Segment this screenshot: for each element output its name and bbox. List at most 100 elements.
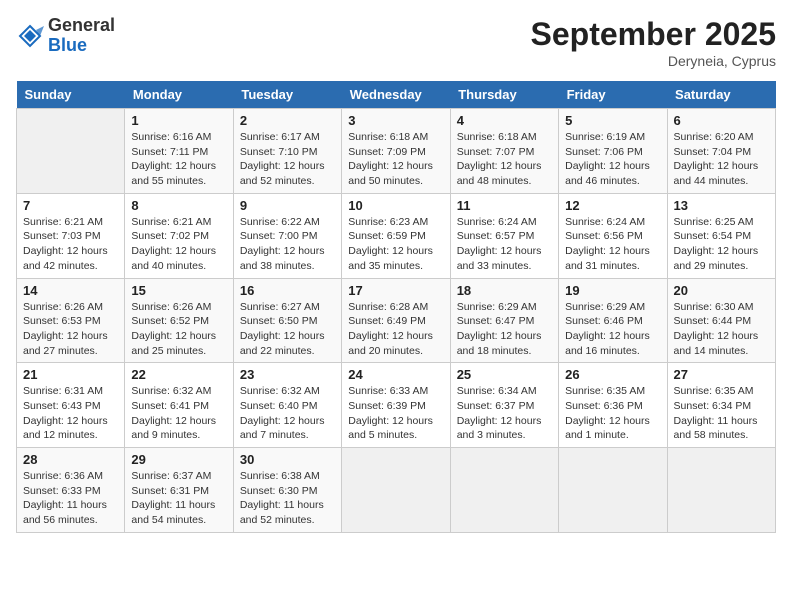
title-area: September 2025 Deryneia, Cyprus	[531, 16, 776, 69]
day-number: 15	[131, 283, 226, 298]
day-info: Sunrise: 6:33 AM Sunset: 6:39 PM Dayligh…	[348, 384, 443, 443]
day-info: Sunrise: 6:37 AM Sunset: 6:31 PM Dayligh…	[131, 469, 226, 528]
calendar-cell: 28 Sunrise: 6:36 AM Sunset: 6:33 PM Dayli…	[17, 448, 125, 533]
calendar-cell: 6 Sunrise: 6:20 AM Sunset: 7:04 PM Daylig…	[667, 109, 775, 194]
day-header-sunday: Sunday	[17, 81, 125, 109]
day-number: 2	[240, 113, 335, 128]
day-info: Sunrise: 6:27 AM Sunset: 6:50 PM Dayligh…	[240, 300, 335, 359]
day-info: Sunrise: 6:30 AM Sunset: 6:44 PM Dayligh…	[674, 300, 769, 359]
logo-general: General	[48, 16, 115, 36]
calendar-cell: 20 Sunrise: 6:30 AM Sunset: 6:44 PM Dayli…	[667, 278, 775, 363]
calendar-cell: 5 Sunrise: 6:19 AM Sunset: 7:06 PM Daylig…	[559, 109, 667, 194]
day-number: 8	[131, 198, 226, 213]
day-number: 3	[348, 113, 443, 128]
day-info: Sunrise: 6:24 AM Sunset: 6:56 PM Dayligh…	[565, 215, 660, 274]
day-header-thursday: Thursday	[450, 81, 558, 109]
calendar-cell: 1 Sunrise: 6:16 AM Sunset: 7:11 PM Daylig…	[125, 109, 233, 194]
day-info: Sunrise: 6:26 AM Sunset: 6:53 PM Dayligh…	[23, 300, 118, 359]
day-number: 4	[457, 113, 552, 128]
day-number: 21	[23, 367, 118, 382]
day-info: Sunrise: 6:19 AM Sunset: 7:06 PM Dayligh…	[565, 130, 660, 189]
day-info: Sunrise: 6:24 AM Sunset: 6:57 PM Dayligh…	[457, 215, 552, 274]
calendar-cell: 27 Sunrise: 6:35 AM Sunset: 6:34 PM Dayli…	[667, 363, 775, 448]
day-info: Sunrise: 6:21 AM Sunset: 7:02 PM Dayligh…	[131, 215, 226, 274]
calendar-cell: 7 Sunrise: 6:21 AM Sunset: 7:03 PM Daylig…	[17, 193, 125, 278]
week-row-3: 14Sunrise: 6:26 AM Sunset: 6:53 PM Dayli…	[17, 278, 776, 363]
calendar-table: SundayMondayTuesdayWednesdayThursdayFrid…	[16, 81, 776, 533]
day-info: Sunrise: 6:35 AM Sunset: 6:36 PM Dayligh…	[565, 384, 660, 443]
calendar-cell	[559, 448, 667, 533]
calendar-cell: 4 Sunrise: 6:18 AM Sunset: 7:07 PM Daylig…	[450, 109, 558, 194]
day-info: Sunrise: 6:32 AM Sunset: 6:40 PM Dayligh…	[240, 384, 335, 443]
day-header-saturday: Saturday	[667, 81, 775, 109]
day-info: Sunrise: 6:22 AM Sunset: 7:00 PM Dayligh…	[240, 215, 335, 274]
logo-icon	[16, 22, 44, 50]
day-number: 28	[23, 452, 118, 467]
day-number: 6	[674, 113, 769, 128]
day-number: 19	[565, 283, 660, 298]
day-number: 11	[457, 198, 552, 213]
week-row-4: 21 Sunrise: 6:31 AM Sunset: 6:43 PM Dayli…	[17, 363, 776, 448]
day-info: Sunrise: 6:26 AM Sunset: 6:52 PM Dayligh…	[131, 300, 226, 359]
day-number: 18	[457, 283, 552, 298]
day-number: 24	[348, 367, 443, 382]
day-number: 27	[674, 367, 769, 382]
week-row-1: 1 Sunrise: 6:16 AM Sunset: 7:11 PM Daylig…	[17, 109, 776, 194]
location: Deryneia, Cyprus	[531, 53, 776, 69]
day-info: Sunrise: 6:36 AM Sunset: 6:33 PM Dayligh…	[23, 469, 118, 528]
header: General Blue September 2025 Deryneia, Cy…	[16, 16, 776, 69]
day-number: 10	[348, 198, 443, 213]
day-header-tuesday: Tuesday	[233, 81, 341, 109]
day-info: Sunrise: 6:29 AM Sunset: 6:46 PM Dayligh…	[565, 300, 660, 359]
calendar-cell: 14Sunrise: 6:26 AM Sunset: 6:53 PM Dayli…	[17, 278, 125, 363]
day-number: 5	[565, 113, 660, 128]
calendar-cell: 3 Sunrise: 6:18 AM Sunset: 7:09 PM Daylig…	[342, 109, 450, 194]
day-info: Sunrise: 6:16 AM Sunset: 7:11 PM Dayligh…	[131, 130, 226, 189]
day-info: Sunrise: 6:35 AM Sunset: 6:34 PM Dayligh…	[674, 384, 769, 443]
calendar-cell	[17, 109, 125, 194]
day-info: Sunrise: 6:29 AM Sunset: 6:47 PM Dayligh…	[457, 300, 552, 359]
day-number: 20	[674, 283, 769, 298]
calendar-cell: 21 Sunrise: 6:31 AM Sunset: 6:43 PM Dayli…	[17, 363, 125, 448]
logo-blue: Blue	[48, 36, 115, 56]
week-row-5: 28 Sunrise: 6:36 AM Sunset: 6:33 PM Dayli…	[17, 448, 776, 533]
calendar-cell	[667, 448, 775, 533]
day-info: Sunrise: 6:18 AM Sunset: 7:07 PM Dayligh…	[457, 130, 552, 189]
calendar-cell: 15 Sunrise: 6:26 AM Sunset: 6:52 PM Dayli…	[125, 278, 233, 363]
calendar-cell: 12 Sunrise: 6:24 AM Sunset: 6:56 PM Dayli…	[559, 193, 667, 278]
calendar-cell: 25Sunrise: 6:34 AM Sunset: 6:37 PM Dayli…	[450, 363, 558, 448]
calendar-cell: 16Sunrise: 6:27 AM Sunset: 6:50 PM Dayli…	[233, 278, 341, 363]
calendar-cell: 24 Sunrise: 6:33 AM Sunset: 6:39 PM Dayli…	[342, 363, 450, 448]
day-info: Sunrise: 6:18 AM Sunset: 7:09 PM Dayligh…	[348, 130, 443, 189]
calendar-cell: 8 Sunrise: 6:21 AM Sunset: 7:02 PM Daylig…	[125, 193, 233, 278]
calendar-cell: 30Sunrise: 6:38 AM Sunset: 6:30 PM Dayli…	[233, 448, 341, 533]
day-info: Sunrise: 6:31 AM Sunset: 6:43 PM Dayligh…	[23, 384, 118, 443]
day-number: 12	[565, 198, 660, 213]
month-title: September 2025	[531, 16, 776, 53]
calendar-cell: 9 Sunrise: 6:22 AM Sunset: 7:00 PM Daylig…	[233, 193, 341, 278]
day-number: 9	[240, 198, 335, 213]
calendar-cell: 13Sunrise: 6:25 AM Sunset: 6:54 PM Dayli…	[667, 193, 775, 278]
day-info: Sunrise: 6:23 AM Sunset: 6:59 PM Dayligh…	[348, 215, 443, 274]
day-number: 13	[674, 198, 769, 213]
day-number: 22	[131, 367, 226, 382]
calendar-cell: 19 Sunrise: 6:29 AM Sunset: 6:46 PM Dayli…	[559, 278, 667, 363]
day-info: Sunrise: 6:21 AM Sunset: 7:03 PM Dayligh…	[23, 215, 118, 274]
calendar-cell	[342, 448, 450, 533]
logo: General Blue	[16, 16, 115, 56]
day-number: 7	[23, 198, 118, 213]
day-number: 26	[565, 367, 660, 382]
logo-text: General Blue	[48, 16, 115, 56]
day-info: Sunrise: 6:20 AM Sunset: 7:04 PM Dayligh…	[674, 130, 769, 189]
day-number: 1	[131, 113, 226, 128]
day-info: Sunrise: 6:28 AM Sunset: 6:49 PM Dayligh…	[348, 300, 443, 359]
days-header-row: SundayMondayTuesdayWednesdayThursdayFrid…	[17, 81, 776, 109]
day-number: 23	[240, 367, 335, 382]
day-header-monday: Monday	[125, 81, 233, 109]
day-number: 17	[348, 283, 443, 298]
day-info: Sunrise: 6:34 AM Sunset: 6:37 PM Dayligh…	[457, 384, 552, 443]
day-number: 30	[240, 452, 335, 467]
calendar-cell	[450, 448, 558, 533]
day-header-friday: Friday	[559, 81, 667, 109]
calendar-cell: 17 Sunrise: 6:28 AM Sunset: 6:49 PM Dayli…	[342, 278, 450, 363]
